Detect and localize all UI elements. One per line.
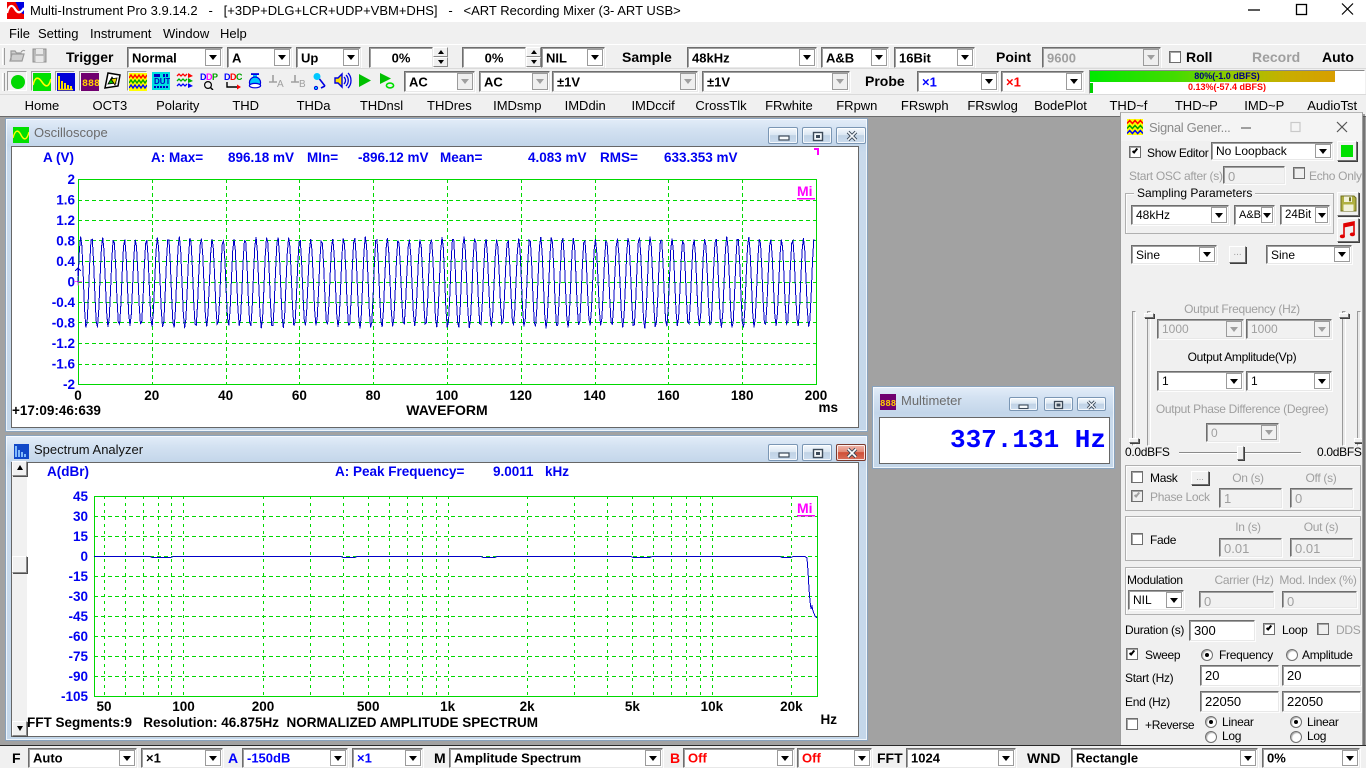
- svg-text:+17:09:46:639: +17:09:46:639: [12, 403, 101, 418]
- svg-text:633.353 mV: 633.353 mV: [664, 150, 738, 165]
- svg-text:FFT Segments:9 Resolution: 4: FFT Segments:9 Resolution: 46.875Hz NORM…: [27, 715, 538, 730]
- svg-text:0.8: 0.8: [56, 234, 75, 249]
- svg-text:50: 50: [96, 699, 111, 714]
- svg-text:80: 80: [366, 388, 381, 403]
- svg-text:WAVEFORM: WAVEFORM: [406, 402, 487, 418]
- svg-text:160: 160: [657, 388, 680, 403]
- svg-text:-90: -90: [68, 669, 88, 684]
- svg-text:kHz: kHz: [545, 464, 569, 479]
- svg-text:RMS=: RMS=: [600, 150, 638, 165]
- svg-text:120: 120: [510, 388, 533, 403]
- svg-text:-1.6: -1.6: [52, 357, 76, 372]
- svg-text:1.2: 1.2: [56, 213, 75, 228]
- svg-text:15: 15: [73, 529, 89, 544]
- svg-text:-1.2: -1.2: [52, 336, 75, 351]
- svg-text:A: Max=: A: Max=: [151, 150, 203, 165]
- svg-text:-0.4: -0.4: [52, 295, 76, 310]
- svg-text:100: 100: [172, 699, 195, 714]
- svg-text:1.6: 1.6: [56, 193, 75, 208]
- svg-text:20k: 20k: [780, 699, 803, 714]
- svg-text:-105: -105: [61, 689, 89, 704]
- svg-text:180: 180: [731, 388, 754, 403]
- svg-text:A: Peak Frequency=: A: Peak Frequency=: [335, 464, 465, 479]
- svg-text:0: 0: [74, 388, 82, 403]
- svg-text:9.0011: 9.0011: [493, 464, 534, 479]
- svg-text:140: 140: [583, 388, 606, 403]
- svg-text:30: 30: [73, 509, 88, 524]
- svg-text:B: B: [299, 79, 306, 90]
- svg-text:DUT: DUT: [154, 77, 170, 86]
- svg-text:60: 60: [292, 388, 307, 403]
- svg-text:888: 888: [82, 79, 99, 90]
- svg-text:1k: 1k: [440, 699, 456, 714]
- svg-text:2: 2: [67, 172, 75, 187]
- svg-text:C: C: [236, 72, 242, 82]
- svg-text:Mean=: Mean=: [440, 150, 483, 165]
- svg-text:-2: -2: [63, 377, 75, 392]
- svg-text:888: 888: [880, 399, 896, 409]
- svg-text:-896.12 mV: -896.12 mV: [358, 150, 429, 165]
- svg-text:P: P: [212, 72, 218, 82]
- svg-text:Mi: Mi: [797, 500, 813, 516]
- svg-text:0: 0: [80, 549, 88, 564]
- svg-text:10k: 10k: [701, 699, 724, 714]
- svg-text:A: A: [277, 79, 284, 90]
- svg-text:4.083 mV: 4.083 mV: [528, 150, 587, 165]
- svg-text:-45: -45: [68, 609, 88, 624]
- svg-text:-15: -15: [68, 569, 88, 584]
- svg-text:2k: 2k: [520, 699, 536, 714]
- svg-text:500: 500: [357, 699, 380, 714]
- svg-text:A(dBr): A(dBr): [47, 464, 89, 479]
- svg-text:MIn=: MIn=: [307, 150, 338, 165]
- svg-text:5k: 5k: [625, 699, 641, 714]
- svg-text:896.18 mV: 896.18 mV: [228, 150, 294, 165]
- svg-text:A (V): A (V): [43, 150, 74, 165]
- svg-text:40: 40: [218, 388, 233, 403]
- svg-text:45: 45: [73, 489, 89, 504]
- svg-text:100: 100: [436, 388, 459, 403]
- svg-text:Hz: Hz: [821, 712, 838, 727]
- svg-text:-60: -60: [68, 629, 88, 644]
- svg-text:0.4: 0.4: [56, 254, 75, 269]
- svg-text:200: 200: [252, 699, 275, 714]
- svg-text:-30: -30: [68, 589, 88, 604]
- svg-text:20: 20: [144, 388, 159, 403]
- svg-text:-75: -75: [68, 649, 88, 664]
- svg-text:Mi: Mi: [797, 183, 813, 199]
- svg-text:0: 0: [67, 275, 75, 290]
- svg-text:ms: ms: [818, 400, 838, 415]
- svg-text:-0.8: -0.8: [52, 316, 76, 331]
